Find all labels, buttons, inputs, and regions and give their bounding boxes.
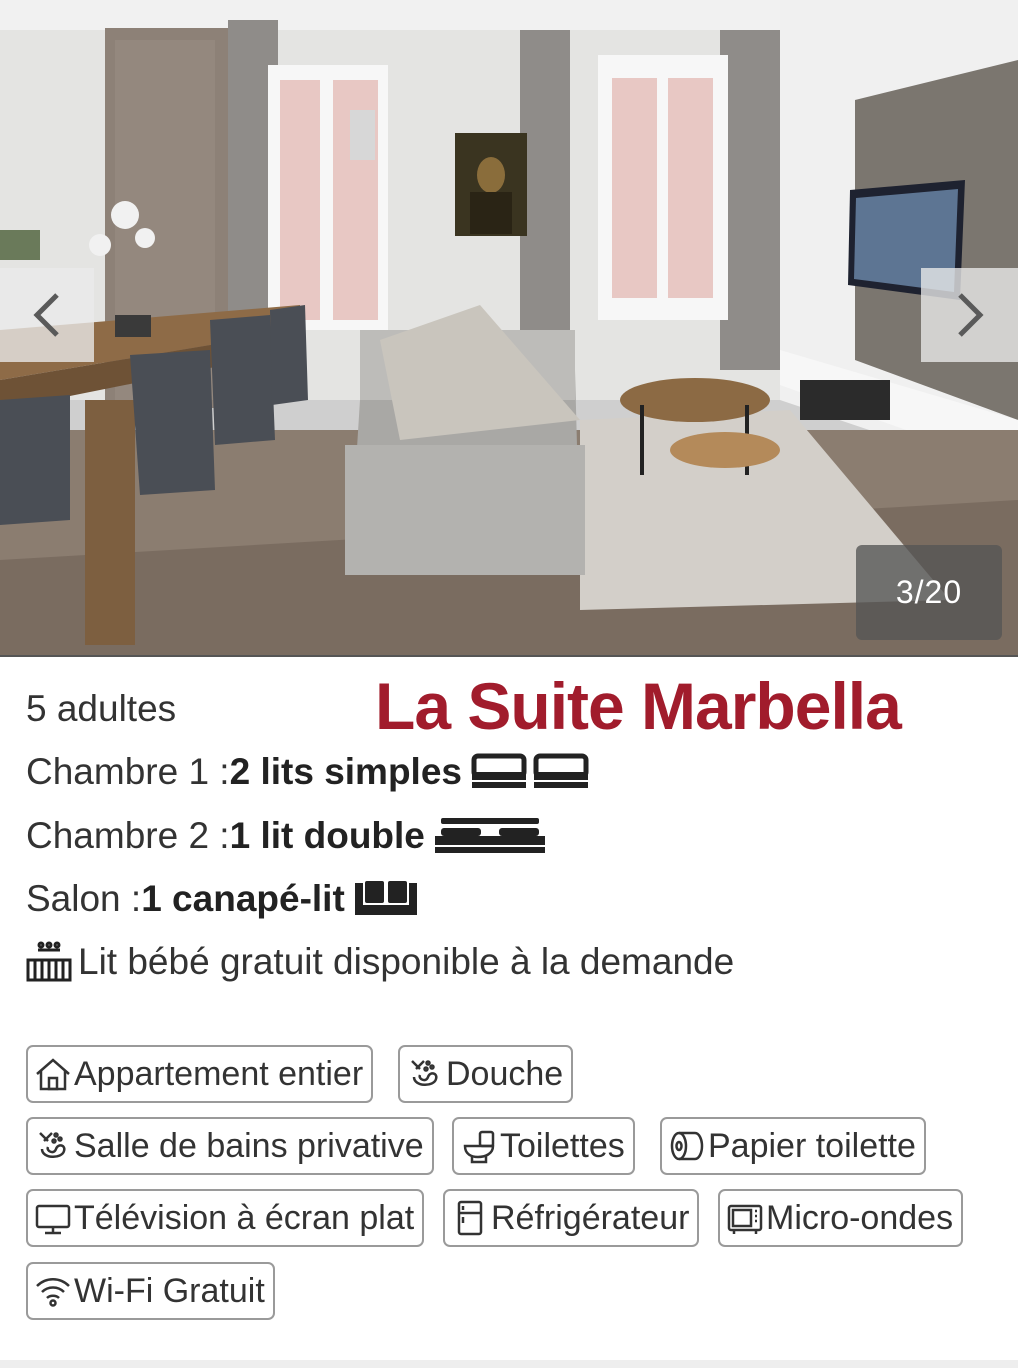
amenity-label: Télévision à écran plat (74, 1198, 415, 1237)
amenity-label: Toilettes (500, 1126, 625, 1165)
amenity-label: Réfrigérateur (491, 1198, 690, 1237)
room-detail: 2 lits simples (229, 751, 462, 792)
amenity-label: Papier toilette (708, 1126, 916, 1165)
amenity-wifi: Wi-Fi Gratuit (26, 1262, 275, 1320)
room-1: Chambre 1 : 2 lits simples (26, 751, 594, 793)
room-label: Chambre 1 : (26, 751, 230, 792)
amenity-papier-toilette: Papier toilette (660, 1117, 926, 1175)
room-label: Chambre 2 : (26, 815, 230, 856)
capacity: 5 adultes (26, 688, 176, 730)
room-label: Salon : (26, 878, 142, 919)
double-bed-icon (434, 818, 545, 853)
crib-icon (26, 941, 72, 982)
bath-icon (34, 1127, 72, 1165)
crib-text: Lit bébé gratuit disponible à la demande (78, 941, 735, 982)
divider (0, 655, 1018, 657)
amenity-label: Salle de bains privative (74, 1126, 424, 1165)
microwave-icon (726, 1199, 764, 1237)
fridge-icon (451, 1199, 489, 1237)
toilet-paper-icon (668, 1127, 706, 1165)
amenity-appartement-entier: Appartement entier (26, 1045, 374, 1103)
amenity-toilettes: Toilettes (452, 1117, 635, 1175)
chevron-right-icon (957, 293, 984, 337)
sofa-bed-icon (354, 881, 417, 915)
crib-info: Lit bébé gratuit disponible à la demande (26, 940, 734, 984)
amenity-refrigerateur: Réfrigérateur (443, 1189, 700, 1247)
room-detail: 1 lit double (229, 815, 425, 856)
listing-title: La Suite Marbella (375, 669, 902, 743)
photo-gallery: 3/20 (0, 0, 1018, 656)
shower-icon (406, 1055, 444, 1093)
capacity-text: 5 adultes (26, 688, 177, 729)
gallery-next-button[interactable] (921, 268, 1018, 362)
amenity-douche: Douche (398, 1045, 574, 1103)
wifi-icon (34, 1272, 72, 1310)
room-detail: 1 canapé-lit (141, 878, 345, 919)
amenity-label: Wi-Fi Gratuit (74, 1271, 265, 1310)
house-icon (34, 1055, 72, 1093)
room-2: Chambre 2 : 1 lit double (26, 815, 547, 857)
amenity-label: Micro-ondes (766, 1198, 954, 1237)
tv-icon (34, 1199, 72, 1237)
amenity-television: Télévision à écran plat (26, 1189, 425, 1247)
gallery-prev-button[interactable] (0, 268, 94, 362)
amenity-label: Douche (446, 1054, 564, 1093)
amenity-salle-de-bains: Salle de bains privative (26, 1117, 434, 1175)
amenity-micro-ondes: Micro-ondes (718, 1189, 964, 1247)
photo-counter: 3/20 (856, 545, 1002, 640)
divider (0, 1360, 1018, 1368)
amenity-label: Appartement entier (74, 1054, 364, 1093)
toilet-icon (460, 1127, 498, 1165)
chevron-left-icon (33, 293, 59, 337)
room-salon: Salon : 1 canapé-lit (26, 878, 419, 920)
single-bed-icon (471, 753, 589, 788)
